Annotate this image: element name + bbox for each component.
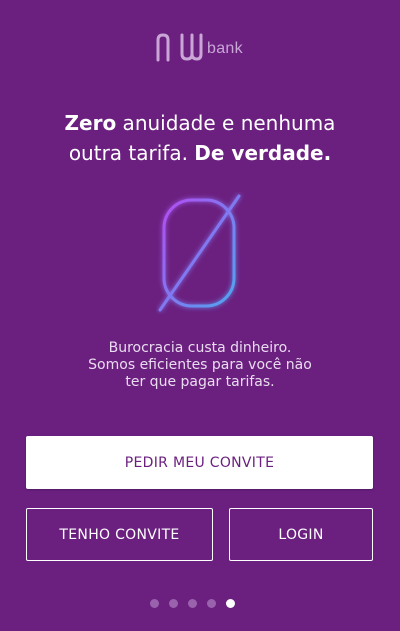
page-dot[interactable]	[207, 599, 216, 608]
headline-bold-2: De verdade.	[194, 141, 332, 165]
page-dot[interactable]	[150, 599, 159, 608]
headline-line-1: Zero anuidade e nenhuma	[0, 108, 400, 138]
login-button[interactable]: LOGIN	[229, 508, 373, 561]
page-dot[interactable]	[169, 599, 178, 608]
headline-bold-1: Zero	[64, 111, 117, 135]
nu-logo-icon	[156, 33, 203, 62]
headline-text-1: anuidade e nenhuma	[116, 111, 336, 135]
logo-wordmark: bank	[207, 40, 243, 57]
description-line-1: Burocracia custa dinheiro.	[108, 340, 292, 356]
description: Burocracia custa dinheiro. Somos eficien…	[0, 340, 400, 391]
headline-text-2: outra tarifa.	[68, 141, 195, 165]
page-dot-active[interactable]	[226, 599, 235, 608]
headline: Zero anuidade e nenhuma outra tarifa. De…	[0, 108, 400, 168]
page-indicator	[150, 599, 235, 608]
description-line-3: ter que pagar tarifas.	[125, 374, 275, 390]
description-line-2: Somos eficientes para você não	[88, 357, 312, 373]
page-dot[interactable]	[188, 599, 197, 608]
zero-slashed-icon	[156, 192, 246, 318]
headline-line-2: outra tarifa. De verdade.	[0, 138, 400, 168]
have-invite-button[interactable]: TENHO CONVITE	[26, 508, 213, 561]
request-invite-button[interactable]: PEDIR MEU CONVITE	[26, 436, 373, 489]
nubank-logo: bank	[155, 26, 243, 62]
